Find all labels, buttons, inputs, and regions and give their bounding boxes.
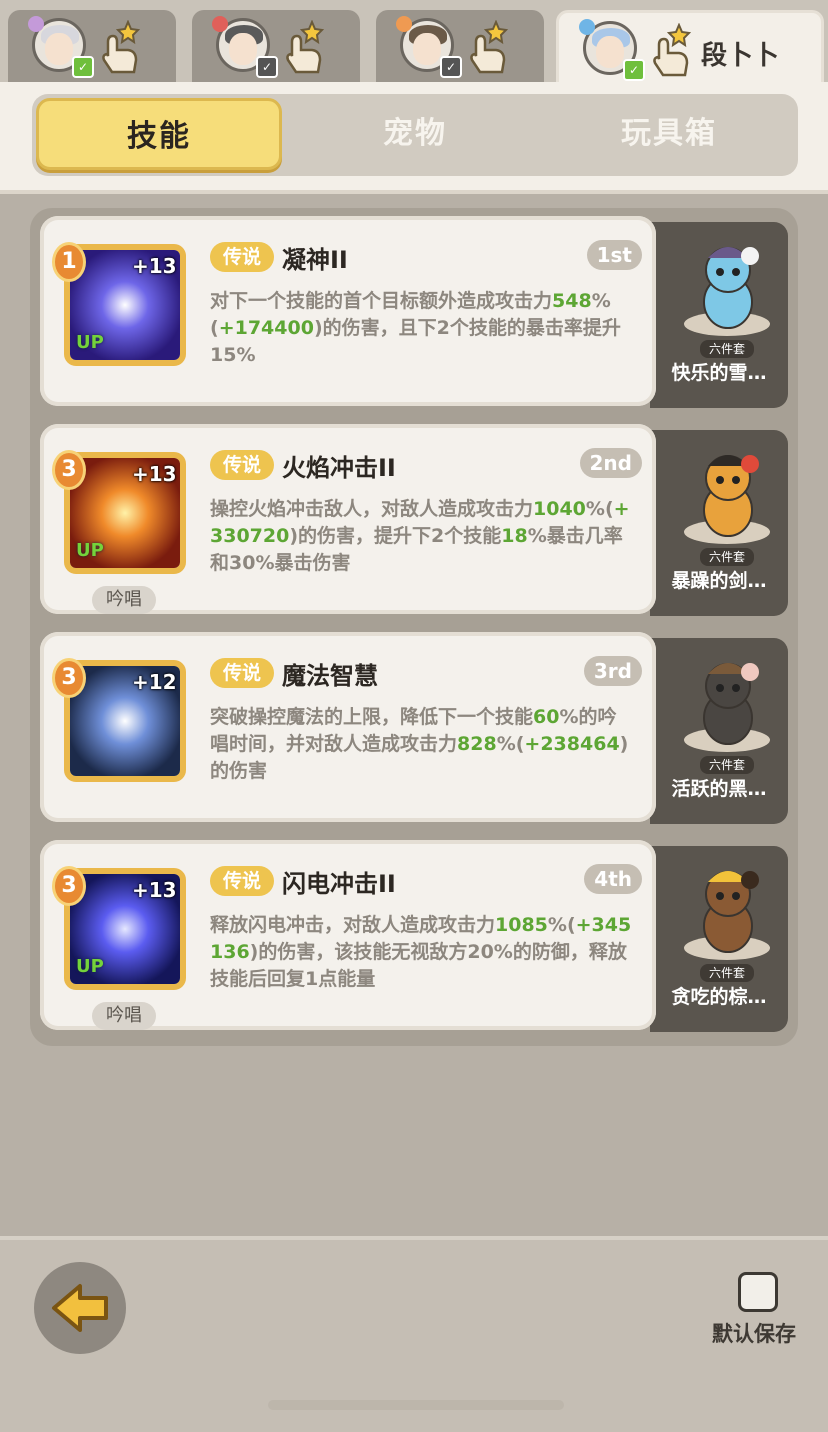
status-icon: ✓ [72,56,94,78]
highlight-value: +238464 [524,733,620,755]
rarity-badge: 传说 [210,658,274,688]
upgrade-indicator: UP [76,332,104,353]
pet-name: 快乐的雪… [671,362,767,384]
upgrade-indicator: UP [76,956,104,977]
tab-pets[interactable]: 宠物 [292,98,538,170]
character-tab-4[interactable]: ✓ 段卜卜 [556,10,824,88]
pet-set-label: 六件套 [700,964,754,982]
skill-name: 闪电冲击II [282,870,396,898]
tab-skills[interactable]: 技能 [36,98,282,170]
highlight-value: 1085 [495,914,548,936]
pet-figure-icon [703,663,759,745]
rarity-badge: 传说 [210,866,274,896]
skill-name: 凝神II [282,246,348,274]
element-icon [396,16,412,32]
highlight-value: 18 [501,525,528,547]
character-name: 段卜卜 [701,41,780,71]
tap-hand-icon [286,20,325,74]
skill-level-badge: 3 [52,450,86,490]
skill-card[interactable]: 六件套活跃的黑… 3 +12 传说 魔法智慧 3rd 突破操控魔法的上限，降低下一个技能60… [40,632,790,824]
skill-rank-badge: 1st [586,240,642,270]
back-arrow-icon [52,1284,108,1332]
tap-hand-icon [102,20,141,74]
element-icon [28,16,44,32]
pet-panel[interactable]: 六件套暴躁的剑… [650,430,788,616]
skill-name: 火焰冲击II [282,454,396,482]
character-tab-3[interactable]: ✓ [376,10,544,82]
description-text: 对下一个技能的首个目标额外造成攻击力 [210,290,553,312]
skill-card-main[interactable]: 3 +12 传说 魔法智慧 3rd 突破操控魔法的上限，降低下一个技能60%的吟唱时间，并… [40,632,656,822]
highlight-value: 60 [533,706,560,728]
chant-tag: 吟唱 [92,586,156,614]
skill-level-badge: 3 [52,658,86,698]
pet-panel[interactable]: 六件套快乐的雪… [650,222,788,408]
rarity-badge: 传说 [210,450,274,480]
description-text: %( [585,498,614,520]
home-indicator[interactable] [268,1400,564,1410]
rarity-badge: 传说 [210,242,274,272]
skill-plus-level: +13 [132,878,177,902]
back-button[interactable] [34,1262,126,1354]
skill-description: 释放闪电冲击，对敌人造成攻击力1085%(+345136)的伤害，该技能无视敌方… [210,912,634,993]
description-text: 释放闪电冲击，对敌人造成攻击力 [210,914,496,936]
skill-rank-badge: 2nd [579,448,642,478]
status-icon: ✓ [623,59,645,81]
skill-level-badge: 1 [52,242,86,282]
character-tab-1[interactable]: ✓ [8,10,176,82]
pet-name: 暴躁的剑… [671,570,767,592]
skill-description: 对下一个技能的首个目标额外造成攻击力548%(+174400)的伤害，且下2个技… [210,288,634,369]
tap-hand-icon [470,20,509,74]
chant-tag: 吟唱 [92,1002,156,1030]
pet-set-label: 六件套 [700,756,754,774]
description-text: 操控火焰冲击敌人，对敌人造成攻击力 [210,498,534,520]
description-text: 突破操控魔法的上限，降低下一个技能 [210,706,534,728]
skill-card[interactable]: 六件套暴躁的剑… 3 +13 UP 传说 火焰冲击II 2nd 操控火焰冲击敌人，对敌人造成攻… [40,424,790,616]
default-save-label: 默认保存 [712,1322,796,1346]
skill-card-main[interactable]: 1 +13 UP 传说 凝神II 1st 对下一个技能的首个目标额外造成攻击力548%(+1… [40,216,656,406]
description-text: %( [547,914,576,936]
status-icon: ✓ [256,56,278,78]
skill-rank-badge: 3rd [583,656,642,686]
skill-plus-level: +12 [132,670,177,694]
pet-figure-icon [703,455,759,537]
highlight-value: 1040 [533,498,586,520]
skill-description: 突破操控魔法的上限，降低下一个技能60%的吟唱时间，并对敌人造成攻击力828%(… [210,704,634,785]
segment-control: 技能 宠物 玩具箱 [32,94,798,176]
description-text: )的伤害，提升下2个技能 [289,525,502,547]
skill-card-main[interactable]: 3 +13 UP 传说 闪电冲击II 4th 释放闪电冲击，对敌人造成攻击力1085%(+3… [40,840,656,1030]
pet-name: 活跃的黑… [671,778,767,800]
skill-description: 操控火焰冲击敌人，对敌人造成攻击力1040%(+330720)的伤害，提升下2个… [210,496,634,577]
tap-hand-icon [653,23,692,77]
skill-name: 魔法智慧 [282,662,378,690]
tab-toy-box[interactable]: 玩具箱 [546,98,792,170]
description-text: %( [496,733,525,755]
pet-set-label: 六件套 [700,548,754,566]
description-text: )的伤害，该技能无视敌方20%的防御，释放技能后回复1点能量 [210,941,627,990]
default-save-checkbox[interactable] [738,1272,778,1312]
element-icon [579,19,595,35]
pet-name: 贪吃的棕… [671,986,767,1008]
skill-rank-badge: 4th [584,864,642,894]
character-tab-2[interactable]: ✓ [192,10,360,82]
element-icon [212,16,228,32]
skill-card[interactable]: 六件套快乐的雪… 1 +13 UP 传说 凝神II 1st 对下一个技能的首个目标额外造成攻击… [40,216,790,408]
upgrade-indicator: UP [76,540,104,561]
highlight-value: 828 [457,733,497,755]
pet-panel[interactable]: 六件套贪吃的棕… [650,846,788,1032]
status-icon: ✓ [440,56,462,78]
highlight-value: +174400 [218,317,314,339]
pet-figure-icon [703,871,759,953]
skill-plus-level: +13 [132,462,177,486]
skill-level-badge: 3 [52,866,86,906]
pet-panel[interactable]: 六件套活跃的黑… [650,638,788,824]
skill-plus-level: +13 [132,254,177,278]
highlight-value: 548 [552,290,592,312]
pet-figure-icon [703,247,759,329]
skill-card-main[interactable]: 3 +13 UP 传说 火焰冲击II 2nd 操控火焰冲击敌人，对敌人造成攻击力1040%(… [40,424,656,614]
pet-set-label: 六件套 [700,340,754,358]
skill-card[interactable]: 六件套贪吃的棕… 3 +13 UP 传说 闪电冲击II 4th 释放闪电冲击，对敌人造成攻击力… [40,840,790,1032]
